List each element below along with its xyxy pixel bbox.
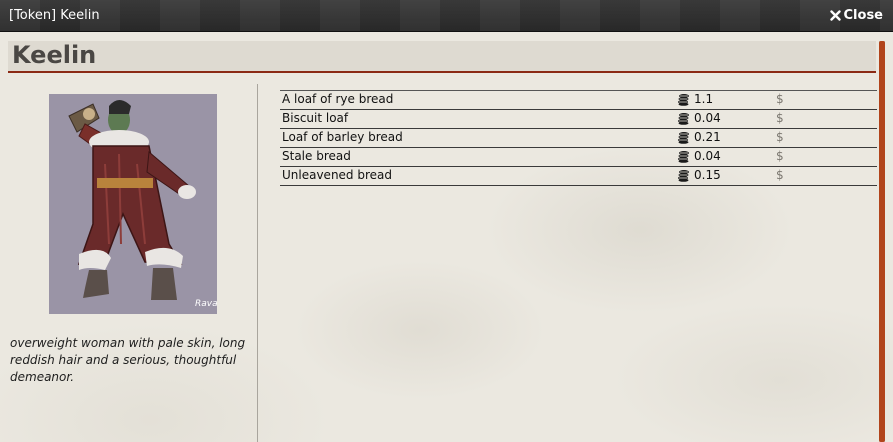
character-portrait: Rava xyxy=(49,94,217,314)
item-name: Stale bread xyxy=(282,149,351,163)
close-label: Close xyxy=(843,8,883,23)
item-name: Biscuit loaf xyxy=(282,111,349,125)
item-cost: 0.15 xyxy=(694,168,721,182)
currency-symbol: $ xyxy=(776,130,784,144)
close-icon xyxy=(829,10,841,21)
coin-stack-icon xyxy=(678,151,689,163)
list-item[interactable]: A loaf of rye bread 1.1 $ xyxy=(280,91,877,110)
character-header: Keelin xyxy=(8,41,876,73)
scrollbar-thumb[interactable] xyxy=(879,41,885,442)
inventory-list: A loaf of rye bread 1.1 $ Biscuit loaf 0… xyxy=(280,90,877,186)
item-cost: 0.04 xyxy=(694,111,721,125)
item-name: Loaf of barley bread xyxy=(282,130,403,144)
list-item[interactable]: Loaf of barley bread 0.21 $ xyxy=(280,129,877,148)
currency-symbol: $ xyxy=(776,149,784,163)
column-divider xyxy=(257,84,258,442)
coin-stack-icon xyxy=(678,132,689,144)
character-description: overweight woman with pale skin, long re… xyxy=(10,336,246,384)
item-name: A loaf of rye bread xyxy=(282,92,394,106)
coin-stack-icon xyxy=(678,94,689,106)
list-item[interactable]: Biscuit loaf 0.04 $ xyxy=(280,110,877,129)
item-name: Unleavened bread xyxy=(282,168,393,182)
coin-stack-icon xyxy=(678,113,689,125)
window-titlebar[interactable]: [Token] Keelin Close xyxy=(0,0,893,32)
window-title: [Token] Keelin xyxy=(9,8,100,23)
token-window: [Token] Keelin Close Keelin Rava overwei… xyxy=(0,0,893,442)
character-name: Keelin xyxy=(12,41,97,69)
close-button[interactable]: Close xyxy=(829,8,883,23)
portrait-signature: Rava xyxy=(195,299,217,309)
list-item[interactable]: Stale bread 0.04 $ xyxy=(280,148,877,167)
coin-stack-icon xyxy=(678,170,689,182)
character-sidebar: Rava overweight woman with pale skin, lo… xyxy=(0,84,258,442)
portrait-illustration: Rava xyxy=(49,94,217,314)
currency-symbol: $ xyxy=(776,168,784,182)
currency-symbol: $ xyxy=(776,92,784,106)
item-cost: 1.1 xyxy=(694,92,714,106)
list-item[interactable]: Unleavened bread 0.15 $ xyxy=(280,167,877,186)
item-cost: 0.21 xyxy=(694,130,721,144)
item-cost: 0.04 xyxy=(694,149,721,163)
currency-symbol: $ xyxy=(776,111,784,125)
